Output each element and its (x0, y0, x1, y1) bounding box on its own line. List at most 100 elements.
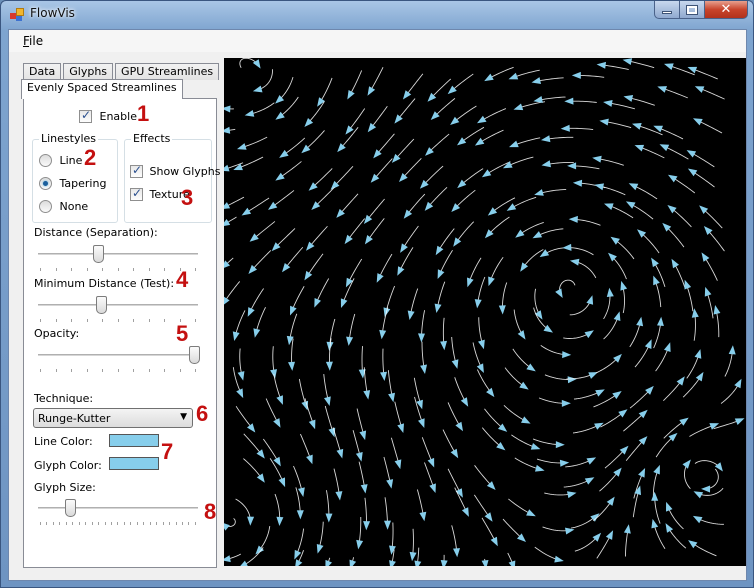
arrow-glyph (606, 496, 615, 506)
glyph-size-label: Glyph Size: (34, 481, 96, 494)
maximize-button[interactable] (680, 1, 705, 19)
arrow-glyph (728, 345, 736, 355)
distance-label: Distance (Separation): (34, 226, 158, 239)
arrow-glyph (509, 140, 519, 148)
enable-check-box[interactable]: ✓ (79, 108, 92, 123)
annotation-8: 8 (204, 499, 217, 524)
arrow-glyph (531, 77, 541, 84)
arrow-glyph (360, 484, 368, 494)
arrow-glyph (571, 71, 581, 79)
arrow-glyph (684, 279, 692, 290)
minimize-icon (662, 10, 672, 14)
arrow-glyph (389, 560, 396, 566)
close-icon: ✕ (720, 2, 732, 17)
distance-slider-thumb[interactable] (92, 245, 104, 263)
arrow-glyph (688, 540, 698, 549)
arrow-glyph (734, 418, 745, 425)
glyph-size-slider[interactable] (36, 497, 200, 527)
annotation-1: 1 (137, 101, 150, 126)
min-distance-slider-thumb[interactable] (95, 296, 107, 314)
slider-tick (117, 268, 119, 271)
slider-tick (117, 319, 119, 322)
slider-tick (169, 522, 171, 525)
radio-none[interactable]: None (39, 199, 88, 213)
slider-tick (162, 522, 164, 525)
arrow-glyph (419, 511, 427, 522)
radio-line[interactable]: Line (39, 153, 82, 167)
technique-dropdown[interactable]: Runge-Kutter ▼ (33, 408, 193, 428)
glyph-color-swatch[interactable] (109, 457, 159, 470)
arrow-glyph (632, 123, 642, 130)
arrow-glyph (653, 464, 660, 475)
arrow-glyph (664, 63, 674, 70)
arrow-glyph (397, 423, 404, 433)
arrow-glyph (562, 351, 572, 359)
arrow-glyph (363, 214, 373, 224)
annotation-3: 3 (181, 185, 194, 210)
slider-tick (86, 268, 88, 271)
arrow-glyph (638, 468, 646, 478)
slider-tick (133, 369, 134, 372)
arrow-glyph (610, 236, 620, 245)
arrow-glyph (541, 160, 551, 168)
arrow-glyph (457, 137, 467, 146)
arrow-glyph (651, 257, 659, 268)
enable-checkbox[interactable]: ✓ Enable (79, 108, 137, 123)
arrow-glyph (367, 122, 377, 133)
slider-tick (72, 522, 74, 525)
slider-tick (195, 369, 196, 372)
min-distance-slider[interactable] (36, 294, 200, 324)
tab-evenly-spaced-streamlines[interactable]: Evenly Spaced Streamlines (21, 79, 183, 99)
arrow-glyph (584, 330, 594, 339)
tab-data[interactable]: Data (23, 63, 62, 80)
arrow-glyph (247, 423, 256, 433)
arrow-glyph (687, 168, 698, 177)
arrow-glyph (628, 183, 639, 191)
technique-label: Technique: (34, 392, 94, 405)
arrow-glyph (569, 258, 580, 266)
tab-glyphs[interactable]: Glyphs (63, 63, 114, 80)
arrow-glyph (241, 207, 252, 216)
arrow-glyph (488, 276, 495, 287)
arrow-glyph (676, 376, 685, 386)
arrow-glyph (450, 448, 459, 459)
arrow-glyph (324, 396, 331, 406)
opacity-slider[interactable] (36, 344, 200, 374)
slider-tick (71, 319, 72, 322)
tab-gpu-streamlines[interactable]: GPU Streamlines (115, 63, 220, 80)
arrow-glyph (224, 202, 231, 209)
radio-tapering[interactable]: Tapering (39, 176, 106, 190)
arrow-glyph (477, 115, 487, 124)
arrow-glyph (693, 118, 703, 126)
show-glyphs-checkbox[interactable]: ✓ Show Glyphs (130, 163, 220, 178)
streamline-visualization[interactable] (224, 58, 746, 566)
arrow-glyph (695, 371, 704, 382)
arrow-glyph (347, 90, 355, 100)
arrow-glyph (435, 245, 444, 256)
arrow-glyph (693, 491, 704, 499)
line-color-swatch[interactable] (109, 434, 159, 447)
arrow-glyph (355, 452, 363, 462)
arrow-glyph (490, 536, 498, 547)
glyph-size-slider-thumb[interactable] (65, 499, 77, 517)
arrow-glyph (623, 95, 634, 102)
slider-tick (148, 319, 150, 322)
title-bar[interactable]: FlowVis ✕ (1, 1, 753, 29)
menu-file[interactable]: File (23, 34, 43, 48)
slider-tick (195, 319, 196, 322)
arrow-glyph (386, 479, 394, 489)
opacity-slider-thumb[interactable] (189, 346, 200, 364)
arrow-glyph (249, 233, 259, 242)
arrow-glyph (594, 183, 604, 191)
arrow-glyph (534, 189, 544, 196)
close-button[interactable]: ✕ (705, 1, 748, 19)
slider-tick (188, 522, 190, 525)
arrow-glyph (434, 303, 442, 313)
slider-tick (40, 369, 41, 372)
arrow-glyph (484, 73, 494, 82)
arrow-glyph (400, 243, 408, 253)
arrow-glyph (275, 172, 285, 181)
minimize-button[interactable] (654, 1, 680, 19)
arrow-glyph (298, 487, 305, 497)
arrow-glyph (420, 364, 427, 374)
